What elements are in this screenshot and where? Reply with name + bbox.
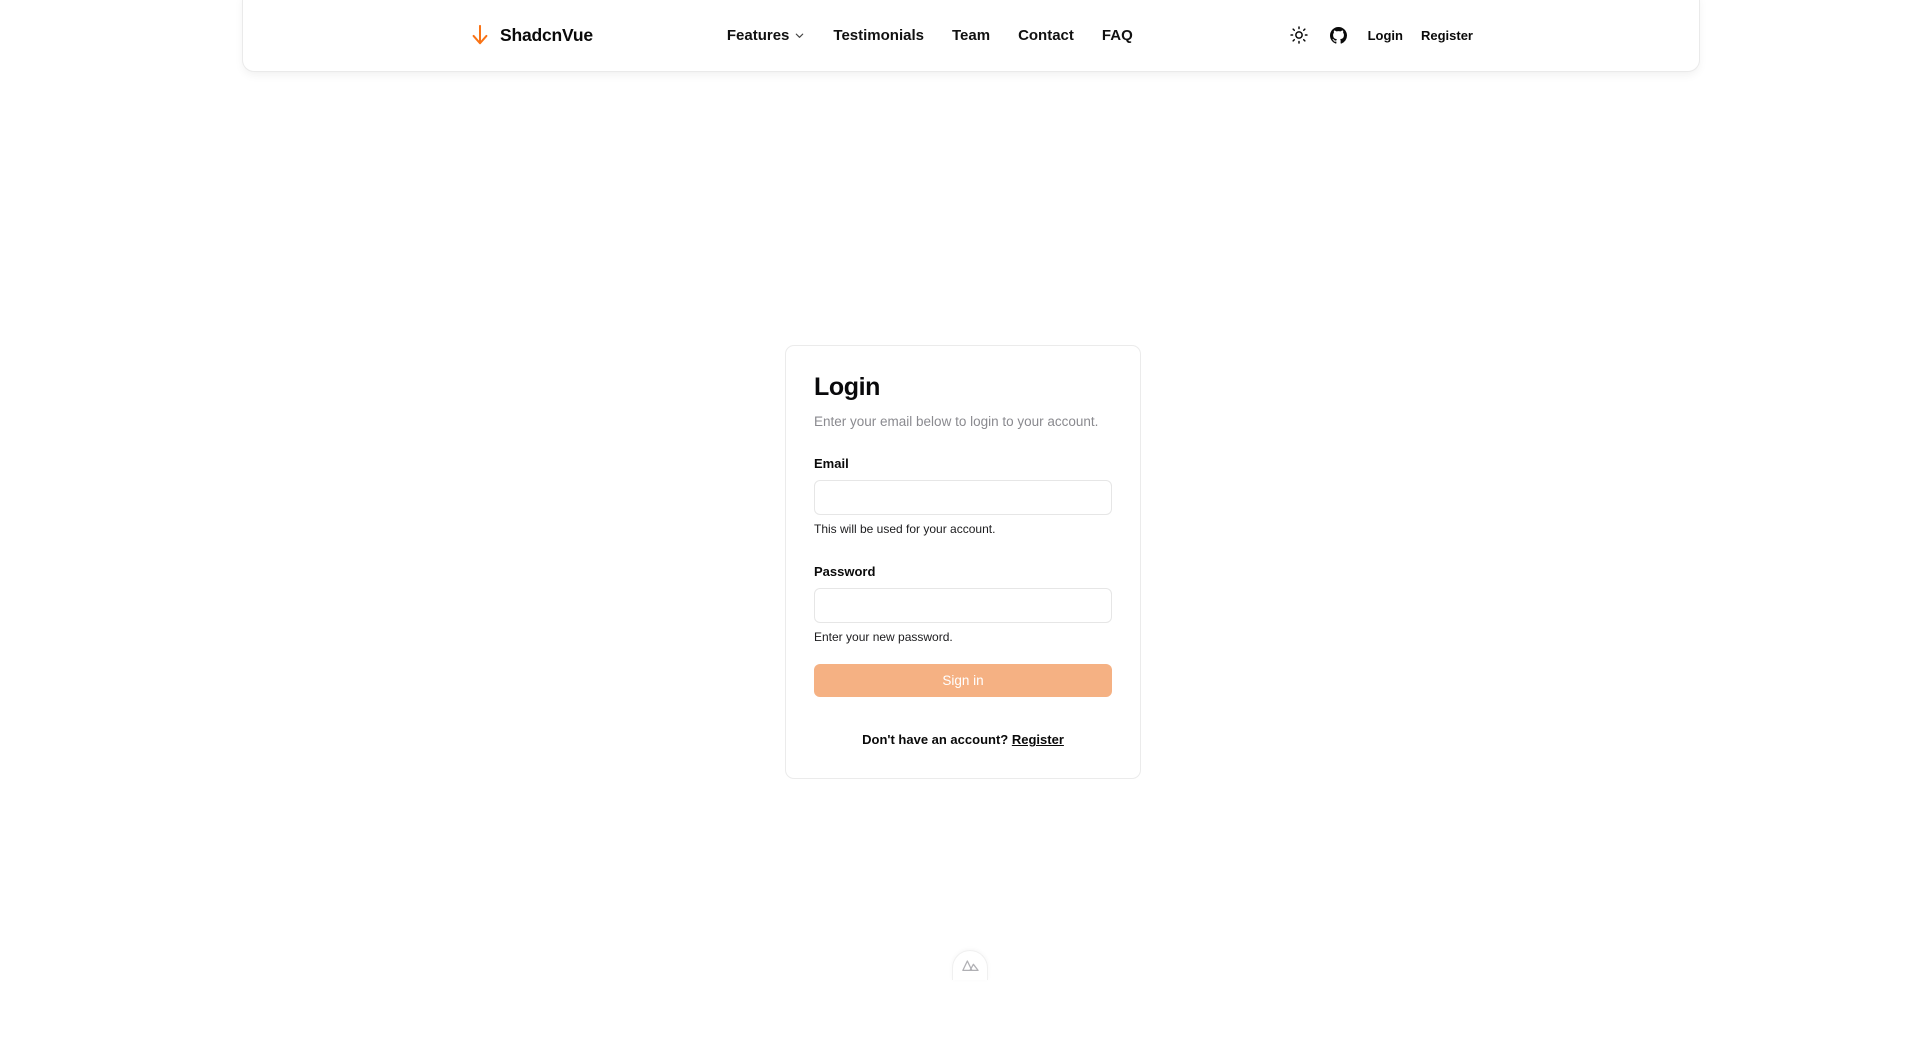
brand-logo[interactable]: ShadcnVue (469, 22, 593, 48)
navbar-actions: Login Register (1288, 24, 1473, 46)
login-card: Login Enter your email below to login to… (785, 345, 1141, 779)
sign-in-button[interactable]: Sign in (814, 664, 1112, 698)
email-label: Email (814, 456, 849, 472)
nav-item-features[interactable]: Features (727, 27, 806, 44)
page-title: Login (814, 373, 881, 401)
sun-icon[interactable] (1288, 24, 1310, 46)
nav-item-label: Team (951, 26, 991, 44)
password-field-group: Password Enter your new password. (814, 564, 1112, 646)
email-hint: This will be used for your account. (814, 522, 996, 537)
register-prompt-text: Don't have an account? (862, 732, 1009, 748)
email-input[interactable] (814, 480, 1112, 516)
card-description: Enter your email below to login to your … (814, 413, 1099, 429)
top-navbar: ShadcnVue Features Testimonials Team Con… (242, 0, 1700, 72)
register-button[interactable]: Register (1421, 28, 1473, 43)
chevron-down-icon (794, 30, 805, 41)
nav-item-team[interactable]: Team (952, 27, 990, 44)
primary-nav: Features Testimonials Team Contact FAQ (727, 27, 1133, 44)
nav-item-contact[interactable]: Contact (1018, 27, 1074, 44)
register-prompt: Don't have an account? Register (814, 732, 1112, 747)
github-icon[interactable] (1328, 24, 1350, 46)
navbar-inner: ShadcnVue Features Testimonials Team Con… (243, 0, 1699, 71)
register-link[interactable]: Register (1012, 732, 1064, 747)
nav-item-label: FAQ (1101, 26, 1133, 44)
password-input[interactable] (814, 587, 1112, 623)
password-hint: Enter your new password. (814, 629, 953, 644)
nav-item-faq[interactable]: FAQ (1102, 27, 1133, 44)
arrow-down-icon (469, 22, 491, 48)
password-label: Password (814, 563, 876, 579)
nav-item-label: Contact (1018, 26, 1074, 44)
nav-item-label: Features (726, 26, 790, 44)
nav-item-testimonials[interactable]: Testimonials (833, 27, 924, 44)
login-button[interactable]: Login (1368, 28, 1403, 43)
nuxt-devtools-button[interactable] (952, 950, 988, 980)
email-field-group: Email This will be used for your account… (814, 456, 1112, 538)
page-root: ShadcnVue Features Testimonials Team Con… (0, 0, 1920, 1042)
nav-item-label: Testimonials (833, 26, 924, 44)
brand-name: ShadcnVue (500, 24, 593, 45)
nuxt-mountain-icon (961, 959, 979, 972)
